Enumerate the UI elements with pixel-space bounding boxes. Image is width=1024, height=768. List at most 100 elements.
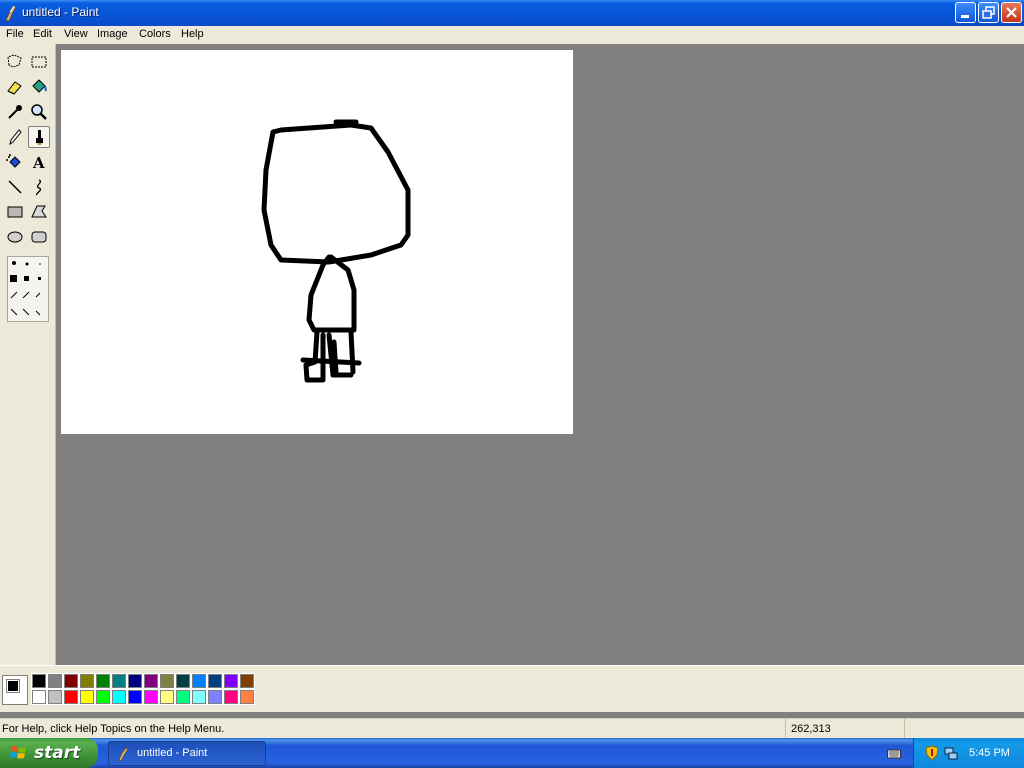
- pencil-icon: [9, 129, 22, 146]
- color-swatch[interactable]: [223, 689, 239, 705]
- color-swatch[interactable]: [95, 689, 111, 705]
- stick-figure-drawing: [261, 119, 411, 383]
- foreground-color-swatch[interactable]: [6, 679, 20, 693]
- color-swatch[interactable]: [79, 673, 95, 689]
- paint-brush-icon: [5, 5, 17, 22]
- system-tray: 5:45 PM: [913, 738, 1024, 768]
- paint-bucket-icon: [32, 79, 47, 93]
- menu-bar: File Edit View Image Colors Help: [0, 26, 1024, 44]
- eyedropper-icon: [8, 105, 22, 119]
- color-swatch[interactable]: [223, 673, 239, 689]
- fill-tool[interactable]: [28, 76, 50, 98]
- color-swatch[interactable]: [63, 673, 79, 689]
- ellipse-icon: [7, 231, 23, 243]
- color-palette: [0, 665, 1024, 712]
- canvas-area: [57, 44, 1024, 665]
- curve-icon: [36, 179, 42, 196]
- brush-tool[interactable]: [28, 126, 50, 148]
- menu-colors[interactable]: Colors: [139, 28, 171, 40]
- color-swatch[interactable]: [159, 689, 175, 705]
- color-swatch[interactable]: [191, 689, 207, 705]
- color-swatch[interactable]: [239, 673, 255, 689]
- rectangle-icon: [7, 206, 23, 218]
- color-swatch[interactable]: [127, 689, 143, 705]
- status-size-pane: [904, 719, 1024, 738]
- drawing-canvas[interactable]: [61, 50, 573, 434]
- pick-color-tool[interactable]: [4, 101, 26, 123]
- keyboard-icon[interactable]: [887, 748, 901, 760]
- menu-edit[interactable]: Edit: [33, 28, 52, 40]
- color-swatch[interactable]: [175, 689, 191, 705]
- color-swatch[interactable]: [175, 673, 191, 689]
- minimize-button[interactable]: [955, 2, 976, 23]
- color-swatch[interactable]: [159, 673, 175, 689]
- color-swatch[interactable]: [127, 673, 143, 689]
- restore-button[interactable]: [978, 2, 999, 23]
- rounded-rectangle-icon: [31, 231, 47, 243]
- rectangle-tool[interactable]: [4, 201, 26, 223]
- magnifier-tool[interactable]: [28, 101, 50, 123]
- current-colors[interactable]: [2, 675, 28, 705]
- color-swatch[interactable]: [31, 689, 47, 705]
- text-a-icon: A: [32, 154, 45, 172]
- close-icon: [1006, 7, 1017, 18]
- brush-size-options[interactable]: [7, 256, 49, 322]
- rounded-rectangle-tool[interactable]: [28, 226, 50, 248]
- rectangle-select-icon: [31, 56, 47, 68]
- polygon-tool[interactable]: [28, 201, 50, 223]
- color-swatch[interactable]: [191, 673, 207, 689]
- color-swatch[interactable]: [143, 673, 159, 689]
- magnifier-icon: [31, 104, 47, 120]
- menu-image[interactable]: Image: [97, 28, 128, 40]
- svg-text:A: A: [32, 154, 45, 172]
- close-button[interactable]: [1001, 2, 1022, 23]
- color-swatch[interactable]: [63, 689, 79, 705]
- polygon-icon: [31, 205, 47, 218]
- menu-view[interactable]: View: [64, 28, 88, 40]
- eraser-icon: [7, 81, 22, 95]
- line-tool[interactable]: [4, 176, 26, 198]
- brush-shape-options-icon: [10, 261, 41, 316]
- taskbar-paint-label: untitled - Paint: [137, 747, 208, 759]
- menu-file[interactable]: File: [6, 28, 24, 40]
- window-title: untitled - Paint: [22, 5, 99, 19]
- curve-tool[interactable]: [28, 176, 50, 198]
- airbrush-icon: [6, 154, 21, 168]
- color-swatch[interactable]: [207, 689, 223, 705]
- color-swatch[interactable]: [207, 673, 223, 689]
- color-swatch[interactable]: [47, 673, 63, 689]
- toolbox: A: [0, 44, 56, 665]
- security-shield-icon[interactable]: [925, 745, 939, 761]
- network-icon[interactable]: [943, 745, 959, 761]
- status-help-text: For Help, click Help Topics on the Help …: [2, 723, 225, 735]
- color-swatch[interactable]: [79, 689, 95, 705]
- taskbar-paint-button[interactable]: untitled - Paint: [108, 741, 266, 766]
- ellipse-tool[interactable]: [4, 226, 26, 248]
- select-tool[interactable]: [28, 51, 50, 73]
- color-swatch[interactable]: [111, 673, 127, 689]
- menu-help[interactable]: Help: [181, 28, 204, 40]
- title-bar[interactable]: untitled - Paint: [0, 0, 1024, 26]
- text-tool[interactable]: A: [28, 151, 50, 173]
- color-swatch[interactable]: [239, 689, 255, 705]
- color-swatch[interactable]: [95, 673, 111, 689]
- eraser-tool[interactable]: [4, 76, 26, 98]
- free-form-select-tool[interactable]: [4, 51, 26, 73]
- free-form-select-icon: [7, 54, 22, 68]
- cursor-coordinates: 262,313: [785, 719, 903, 738]
- start-button[interactable]: start: [0, 738, 98, 768]
- pencil-tool[interactable]: [4, 126, 26, 148]
- minimize-icon: [961, 15, 969, 18]
- start-label: start: [34, 743, 81, 763]
- color-swatch[interactable]: [143, 689, 159, 705]
- restore-icon: [982, 6, 995, 19]
- color-swatch[interactable]: [31, 673, 47, 689]
- windows-logo-icon: [10, 746, 26, 759]
- color-swatch[interactable]: [111, 689, 127, 705]
- taskbar: start untitled - Paint 5:45 PM: [0, 738, 1024, 768]
- airbrush-tool[interactable]: [4, 151, 26, 173]
- brush-icon: [36, 130, 43, 145]
- paint-brush-icon: [118, 747, 129, 762]
- clock: 5:45 PM: [969, 747, 1010, 759]
- color-swatch[interactable]: [47, 689, 63, 705]
